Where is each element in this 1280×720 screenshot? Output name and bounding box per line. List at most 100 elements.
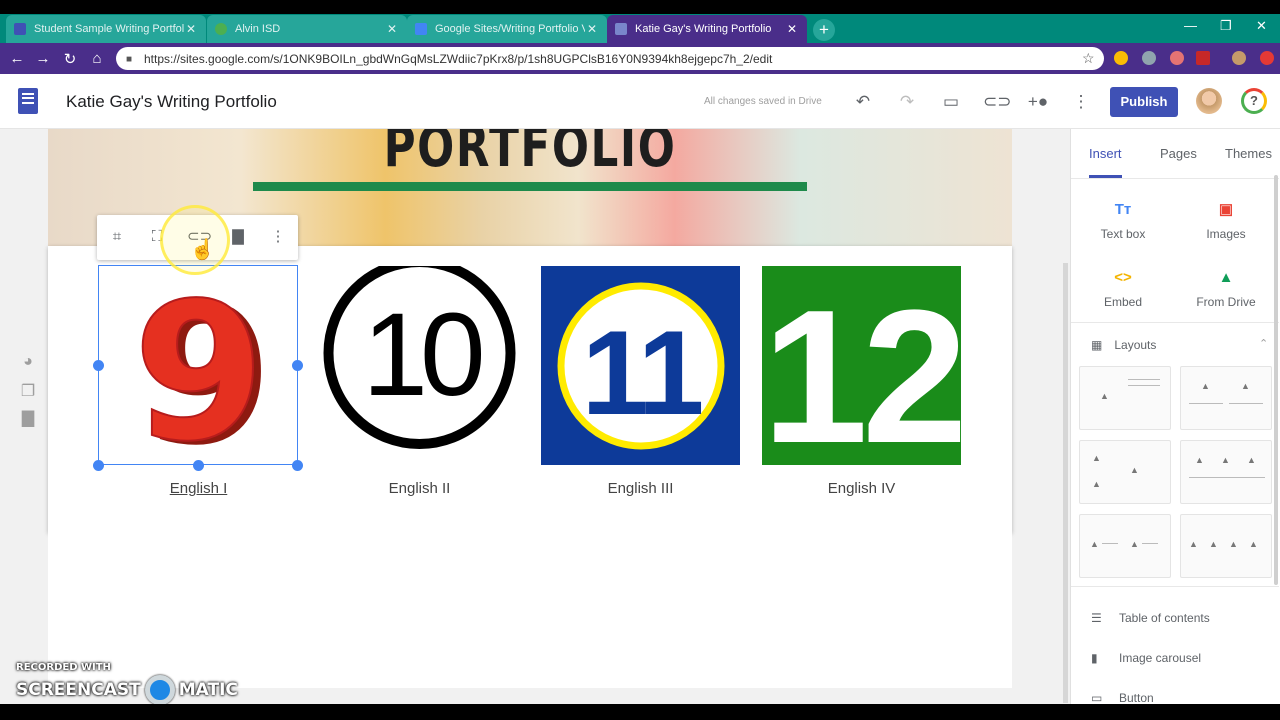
layout-option[interactable]: ▲ ▲: [1180, 366, 1272, 430]
banner-title[interactable]: PORTFOLIO: [154, 129, 906, 180]
image-course-11[interactable]: 11: [541, 266, 740, 465]
course-label[interactable]: English III: [541, 480, 740, 497]
crop-icon[interactable]: ⌗: [107, 227, 127, 247]
drive-icon: ▲: [1218, 269, 1234, 286]
hand-cursor-icon: ☝: [190, 239, 215, 261]
reload-icon[interactable]: ↻: [61, 50, 79, 68]
profile-icon[interactable]: [1232, 51, 1246, 65]
extension-icon[interactable]: [1114, 51, 1128, 65]
layout-line: [1142, 543, 1158, 544]
browser-tab-active[interactable]: Katie Gay's Writing Portfolio ✕: [607, 15, 807, 43]
course-label[interactable]: English II: [320, 480, 519, 497]
layout-option[interactable]: ▲ ▲ ▲: [1079, 440, 1171, 504]
image-course-12[interactable]: 12: [762, 266, 968, 483]
insert-table-of-contents[interactable]: ☰ Table of contents: [1091, 611, 1210, 625]
list-label: Image carousel: [1119, 651, 1202, 665]
image-course-10[interactable]: 10: [320, 257, 519, 465]
redo-icon[interactable]: ↷: [896, 91, 918, 113]
course-label-link[interactable]: English I: [99, 480, 298, 497]
browser-tab[interactable]: Google Sites/Writing Portfolio V ✕: [407, 15, 607, 43]
watermark-line1: RECORDED WITH: [16, 662, 111, 673]
resize-handle[interactable]: [292, 460, 303, 471]
image-placeholder-icon: ▲: [1130, 539, 1139, 549]
carousel-icon: ▮: [1091, 651, 1098, 665]
tab-title: Alvin ISD: [235, 23, 281, 35]
bottom-letterbox: [0, 704, 1280, 720]
panel-scrollbar[interactable]: [1274, 175, 1278, 585]
resize-handle[interactable]: [93, 360, 104, 371]
bookmark-star-icon[interactable]: ☆: [1082, 50, 1104, 67]
image-placeholder-icon: ▲: [1090, 539, 1099, 549]
address-bar-row: ← → ↻ ⌂ ■ https://sites.google.com/s/1ON…: [0, 43, 1280, 74]
minimize-icon[interactable]: —: [1184, 18, 1197, 33]
sites-favicon-icon: [14, 23, 26, 35]
insert-label: Embed: [1103, 295, 1143, 309]
url-field[interactable]: ■ https://sites.google.com/s/1ONK9BOILn_…: [116, 47, 1104, 70]
preview-icon[interactable]: ▭: [940, 91, 962, 113]
extension-icon[interactable]: [1170, 51, 1184, 65]
resize-handle[interactable]: [93, 460, 104, 471]
delete-section-icon[interactable]: ▇: [18, 408, 38, 428]
layout-line: [1189, 403, 1223, 404]
insert-label: Images: [1206, 227, 1246, 241]
layout-option[interactable]: ▲: [1079, 366, 1171, 430]
update-icon[interactable]: [1260, 51, 1274, 65]
extension-icon[interactable]: [1142, 51, 1156, 65]
delete-icon[interactable]: ▇: [228, 227, 248, 247]
more-options-icon[interactable]: ⋮: [1070, 91, 1092, 113]
close-icon[interactable]: ✕: [385, 22, 399, 36]
course-number: 11: [582, 306, 702, 440]
forward-icon[interactable]: →: [34, 50, 52, 67]
maximize-icon[interactable]: ❐: [1220, 18, 1232, 34]
site-title[interactable]: Katie Gay's Writing Portfolio: [66, 92, 277, 112]
layout-option[interactable]: ▲ ▲ ▲: [1180, 440, 1272, 504]
canvas-scrollbar[interactable]: [1063, 263, 1068, 703]
resize-handle[interactable]: [193, 460, 204, 471]
close-icon[interactable]: ✕: [585, 22, 599, 36]
insert-images[interactable]: ▣ Images: [1176, 201, 1276, 241]
insert-from-drive[interactable]: ▲ From Drive: [1176, 269, 1276, 309]
home-icon[interactable]: ⌂: [88, 50, 106, 67]
tab-title: Student Sample Writing Portfolio: [34, 23, 184, 35]
pdf-extension-icon[interactable]: [1196, 51, 1210, 65]
layout-line: [1128, 379, 1160, 380]
insert-label: From Drive: [1196, 295, 1256, 309]
insert-button[interactable]: ▭ Button: [1091, 691, 1154, 705]
copy-link-icon[interactable]: ⊂⊃: [983, 91, 1012, 113]
new-tab-button[interactable]: +: [813, 19, 835, 41]
tab-insert[interactable]: Insert: [1089, 146, 1122, 161]
sites-logo-icon[interactable]: [18, 88, 38, 114]
image-placeholder-icon: ▲: [1100, 391, 1109, 401]
insert-embed[interactable]: <> Embed: [1073, 269, 1173, 309]
resize-handle[interactable]: [292, 360, 303, 371]
duplicate-icon[interactable]: ❐: [18, 381, 38, 401]
layout-option[interactable]: ▲ ▲: [1079, 514, 1171, 578]
close-icon[interactable]: ✕: [184, 22, 198, 36]
watermark-brand: SCREENCAST: [16, 680, 141, 700]
more-icon[interactable]: ⋮: [268, 227, 288, 247]
insert-text-box[interactable]: Tт Text box: [1073, 201, 1173, 241]
alvin-favicon-icon: [215, 23, 227, 35]
share-icon[interactable]: +●: [1027, 91, 1049, 113]
avatar[interactable]: [1196, 88, 1222, 114]
palette-icon[interactable]: ◕: [18, 353, 38, 371]
course-label[interactable]: English IV: [762, 480, 961, 497]
tab-title: Google Sites/Writing Portfolio V: [435, 23, 585, 35]
list-label: Table of contents: [1119, 611, 1210, 625]
tab-pages[interactable]: Pages: [1160, 146, 1197, 161]
back-icon[interactable]: ←: [8, 50, 26, 67]
insert-image-carousel[interactable]: ▮ Image carousel: [1091, 651, 1201, 665]
collapse-icon[interactable]: ⌃: [1259, 337, 1268, 350]
url-text: https://sites.google.com/s/1ONK9BOILn_gb…: [144, 51, 773, 66]
image-placeholder-icon: ▲: [1130, 465, 1139, 475]
browser-tab[interactable]: Student Sample Writing Portfolio ✕: [6, 15, 206, 43]
layout-option[interactable]: ▲ ▲ ▲ ▲: [1180, 514, 1272, 578]
undo-icon[interactable]: ↶: [852, 91, 874, 113]
help-icon[interactable]: ?: [1241, 88, 1267, 114]
close-icon[interactable]: ✕: [785, 22, 799, 36]
layouts-header[interactable]: ▦ Layouts: [1091, 338, 1156, 352]
publish-button[interactable]: Publish: [1110, 87, 1178, 117]
window-close-icon[interactable]: ✕: [1256, 18, 1267, 34]
tab-themes[interactable]: Themes: [1225, 146, 1272, 161]
browser-tab[interactable]: Alvin ISD ✕: [207, 15, 407, 43]
